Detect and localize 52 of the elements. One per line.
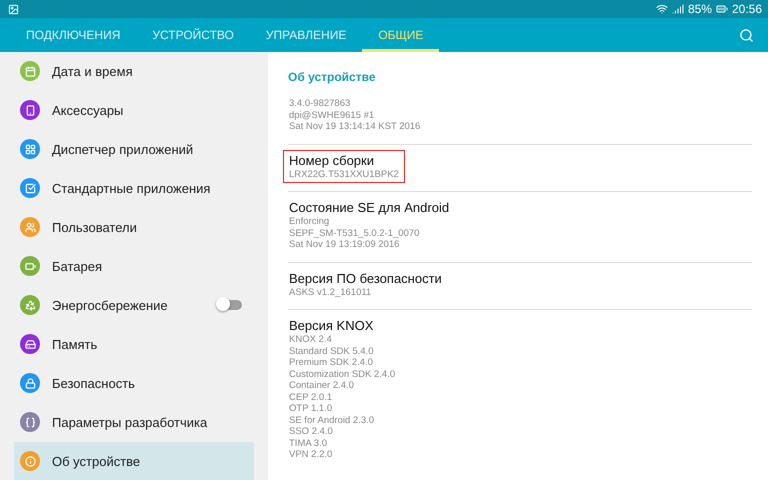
item-label: Пользователи [52, 220, 138, 234]
info-value: Sat Nov 19 13:14:14 KST 2016 [289, 121, 420, 132]
item-label: Безопасность [52, 376, 136, 390]
info-value: Standard SDK 5.4.0 [289, 346, 374, 357]
info-value: KNOX 2.4 [289, 334, 333, 346]
toggle-switch[interactable] [218, 300, 242, 310]
item-label: Об устройстве [52, 454, 142, 468]
item-label: Аксессуары [52, 102, 124, 118]
sidebar-item[interactable]: Энергосбережение [14, 286, 254, 324]
section-heading: Об устройстве [288, 69, 376, 86]
sidebar-item[interactable]: Память [14, 325, 254, 363]
info-value: Customization SDK 2.4.0 [289, 368, 396, 380]
sidebar-item[interactable]: Дата и время [14, 52, 254, 90]
info-value: Enforcing [289, 216, 330, 228]
sidebar-item[interactable]: Аксессуары [14, 91, 254, 129]
battery-percent: 85% [688, 2, 712, 16]
info-value: CEP 2.0.1 [289, 392, 334, 403]
info-value: OTP 1.1.0 [289, 403, 334, 414]
sidebar-item[interactable]: Стандартные приложения [14, 169, 254, 207]
info-value: Container 2.4.0 [289, 380, 355, 392]
sidebar-item[interactable]: Безопасность [14, 364, 254, 402]
item-label: Память [52, 336, 98, 352]
info-title: Версия KNOX [289, 318, 374, 333]
item-label: Параметры разработчика [52, 414, 208, 430]
sidebar-item[interactable]: Об устройстве [14, 442, 254, 480]
image-icon [8, 4, 19, 14]
info-value: ASKS v1.2_161011 [289, 286, 372, 298]
info-value: LRX22G.T531XXU1BPK2 [289, 168, 399, 180]
sidebar-item[interactable]: Параметры разработчика [14, 403, 254, 441]
sidebar-item[interactable]: Батарея [14, 247, 254, 285]
info-value: SEPF_SM-T531_5.0.2-1_0070 [289, 228, 420, 239]
search-icon [739, 28, 754, 42]
sidebar-item[interactable]: Пользователи [14, 208, 254, 246]
item-label: Батарея [52, 258, 104, 274]
info-value: SE for Android 2.3.0 [289, 414, 376, 426]
info-value: SSO 2.4.0 [289, 426, 334, 438]
item-label: Энергосбережение [52, 298, 169, 312]
info-title: Номер сборки [289, 152, 375, 168]
item-label: Дата и время [52, 64, 134, 78]
sidebar-item[interactable]: Диспетчер приложений [14, 130, 254, 168]
battery-icon [716, 3, 728, 15]
info-value: TIMA 3.0 [289, 438, 328, 449]
info-value: VPN 2.2.0 [289, 449, 334, 460]
info-title: Состояние SE для Android [289, 200, 450, 215]
info-value: Premium SDK 2.4.0 [289, 357, 374, 368]
info-value: Sat Nov 19 13:19:09 2016 [289, 239, 400, 250]
info-value: dpi@SWHE9615 #1 [289, 110, 376, 121]
clock: 20:56 [732, 2, 762, 16]
item-label: Стандартные приложения [52, 180, 212, 196]
info-value: 3.4.0-9827863 [289, 98, 352, 110]
item-label: Диспетчер приложений [52, 142, 194, 156]
info-title: Версия ПО безопасности [289, 270, 442, 286]
